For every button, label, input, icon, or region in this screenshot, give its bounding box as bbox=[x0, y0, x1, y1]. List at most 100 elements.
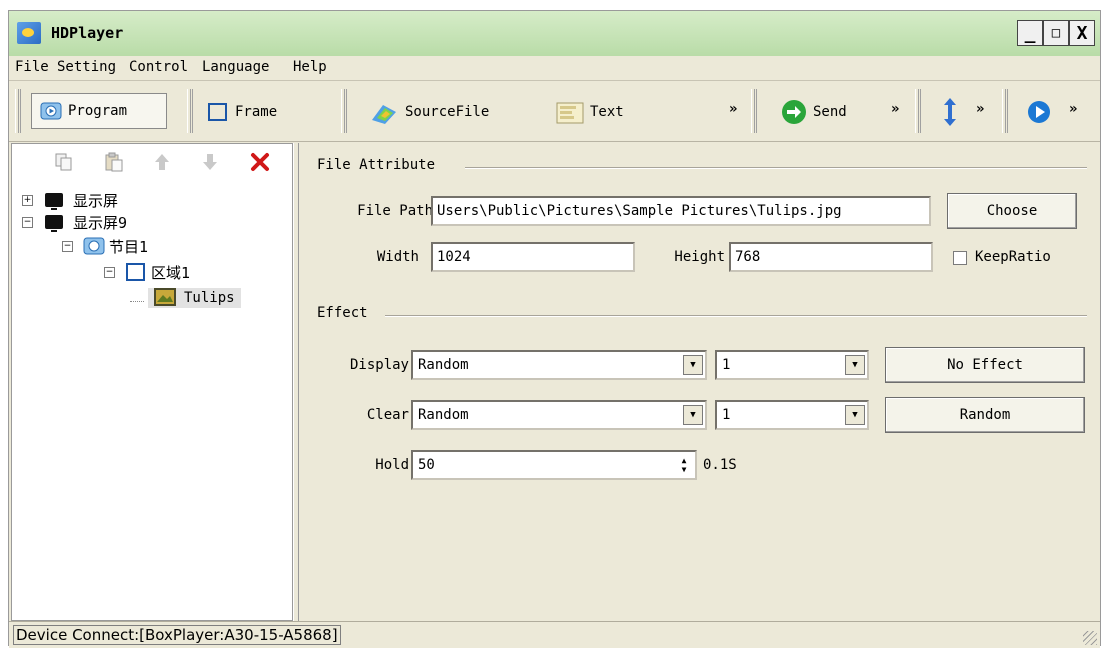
text-button[interactable]: Text bbox=[556, 97, 624, 127]
play-button[interactable] bbox=[1027, 97, 1051, 127]
spin-arrows-icon[interactable]: ▲ ▼ bbox=[675, 454, 693, 476]
clear-label: Clear bbox=[366, 407, 409, 423]
tree-node-tulips[interactable]: Tulips bbox=[130, 288, 241, 308]
menu-setting[interactable]: Setting bbox=[57, 59, 116, 75]
tree-node-selected[interactable]: Tulips bbox=[148, 288, 241, 308]
tree-expander[interactable]: + bbox=[22, 194, 33, 206]
status-bar: Device Connect:[BoxPlayer:A30-15-A5868] bbox=[9, 621, 1100, 648]
play-icon bbox=[1027, 100, 1051, 124]
vertical-arrows-icon bbox=[941, 97, 959, 127]
toolbar: Program Frame SourceFile Text » Send » »… bbox=[9, 81, 1100, 142]
clear-speed-value: 1 bbox=[722, 407, 731, 423]
menu-file[interactable]: File bbox=[15, 59, 49, 75]
toolbar-grip[interactable] bbox=[751, 89, 757, 133]
display-label: Display bbox=[349, 357, 409, 373]
text-label: Text bbox=[590, 104, 624, 120]
app-icon bbox=[17, 22, 41, 44]
dropdown-arrow-icon[interactable]: ▼ bbox=[683, 405, 703, 425]
move-up-icon[interactable] bbox=[150, 150, 174, 174]
move-down-icon[interactable] bbox=[198, 150, 222, 174]
program-tree-panel: + 显示屏 − 显示屏9 − 节目1 − 区域1 Tulips bbox=[11, 143, 293, 621]
file-attribute-group-title: File Attribute bbox=[317, 157, 436, 173]
tree-node-label: Tulips bbox=[184, 290, 235, 306]
close-button[interactable]: X bbox=[1069, 20, 1095, 46]
minimize-button[interactable]: _ bbox=[1017, 20, 1043, 46]
display-speed-value: 1 bbox=[722, 357, 731, 373]
clear-effect-value: Random bbox=[418, 407, 469, 423]
width-field[interactable]: 1024 bbox=[431, 242, 635, 272]
choose-button[interactable]: Choose bbox=[947, 193, 1077, 229]
toolbar-overflow-chevron[interactable]: » bbox=[976, 101, 984, 117]
menu-bar: File Setting Control Language Help bbox=[9, 56, 1100, 81]
paste-icon[interactable] bbox=[102, 150, 126, 174]
tree-node-label: 显示屏 bbox=[73, 191, 119, 210]
toolbar-grip[interactable] bbox=[187, 89, 193, 133]
title-bar[interactable]: HDPlayer _ □ X bbox=[9, 11, 1100, 56]
frame-icon bbox=[207, 102, 229, 122]
send-button[interactable]: Send bbox=[781, 97, 847, 127]
source-file-icon bbox=[369, 102, 399, 124]
source-file-button[interactable]: SourceFile bbox=[369, 97, 489, 127]
display-speed-select[interactable]: 1 ▼ bbox=[715, 350, 869, 380]
dropdown-arrow-icon[interactable]: ▼ bbox=[845, 355, 865, 375]
height-field[interactable]: 768 bbox=[729, 242, 933, 272]
clear-speed-select[interactable]: 1 ▼ bbox=[715, 400, 869, 430]
no-effect-button[interactable]: No Effect bbox=[885, 347, 1085, 383]
frame-icon bbox=[125, 262, 147, 282]
toolbar-overflow-chevron[interactable]: » bbox=[1069, 101, 1077, 117]
device-connect-status: Device Connect:[BoxPlayer:A30-15-A5868] bbox=[13, 625, 341, 645]
tree-node-screen[interactable]: + 显示屏 bbox=[22, 190, 118, 210]
delete-icon[interactable] bbox=[248, 150, 272, 174]
tree-expander[interactable]: − bbox=[104, 266, 115, 278]
display-effect-value: Random bbox=[418, 357, 469, 373]
vertical-adjust-button[interactable] bbox=[941, 97, 959, 127]
menu-help[interactable]: Help bbox=[293, 59, 327, 75]
toolbar-overflow-chevron[interactable]: » bbox=[729, 101, 737, 117]
program-label: Program bbox=[68, 103, 128, 119]
resize-grip-icon[interactable] bbox=[1083, 631, 1097, 645]
file-path-field[interactable]: Users\Public\Pictures\Sample Pictures\Tu… bbox=[431, 196, 931, 226]
hold-label: Hold bbox=[375, 457, 409, 473]
maximize-button[interactable]: □ bbox=[1043, 20, 1069, 46]
text-icon bbox=[556, 102, 584, 124]
copy-icon[interactable] bbox=[52, 150, 76, 174]
menu-language[interactable]: Language bbox=[202, 59, 269, 75]
tree-node-area1[interactable]: − 区域1 bbox=[104, 262, 190, 282]
frame-button[interactable]: Frame bbox=[207, 97, 277, 127]
toolbar-grip[interactable] bbox=[15, 89, 21, 133]
tree-node-label: 显示屏9 bbox=[73, 213, 128, 232]
keep-ratio-checkbox[interactable] bbox=[953, 251, 967, 265]
tree-expander[interactable]: − bbox=[62, 240, 73, 252]
properties-panel: File Attribute File Path Users\Public\Pi… bbox=[299, 143, 1100, 621]
display-effect-select[interactable]: Random ▼ bbox=[411, 350, 707, 380]
source-file-label: SourceFile bbox=[405, 104, 490, 120]
clear-effect-select[interactable]: Random ▼ bbox=[411, 400, 707, 430]
tree-node-screen9[interactable]: − 显示屏9 bbox=[22, 212, 127, 232]
menu-control[interactable]: Control bbox=[129, 59, 188, 75]
tree-expander[interactable]: − bbox=[22, 216, 33, 228]
height-label: Height bbox=[674, 249, 725, 265]
toolbar-grip[interactable] bbox=[915, 89, 921, 133]
send-label: Send bbox=[813, 104, 847, 120]
dropdown-arrow-icon[interactable]: ▼ bbox=[845, 405, 865, 425]
keep-ratio-label: KeepRatio bbox=[975, 249, 1051, 265]
tree-connector bbox=[130, 300, 144, 302]
toolbar-grip[interactable] bbox=[1002, 89, 1008, 133]
toolbar-grip[interactable] bbox=[341, 89, 347, 133]
program-button[interactable]: Program bbox=[31, 93, 167, 129]
toolbar-overflow-chevron[interactable]: » bbox=[891, 101, 899, 117]
random-button[interactable]: Random bbox=[885, 397, 1085, 433]
window-title: HDPlayer bbox=[51, 24, 124, 42]
width-label: Width bbox=[376, 249, 419, 265]
dropdown-arrow-icon[interactable]: ▼ bbox=[683, 355, 703, 375]
tree-node-program1[interactable]: − 节目1 bbox=[62, 236, 148, 256]
image-icon bbox=[154, 288, 176, 308]
group-divider bbox=[465, 167, 1087, 169]
program-icon bbox=[83, 236, 105, 256]
hold-value: 50 bbox=[418, 457, 435, 473]
hold-spinbox[interactable]: 50 ▲ ▼ bbox=[411, 450, 697, 480]
program-icon bbox=[40, 101, 62, 121]
tree-node-label: 节目1 bbox=[109, 237, 149, 256]
file-path-label: File Path bbox=[357, 203, 433, 219]
monitor-icon bbox=[45, 193, 63, 210]
